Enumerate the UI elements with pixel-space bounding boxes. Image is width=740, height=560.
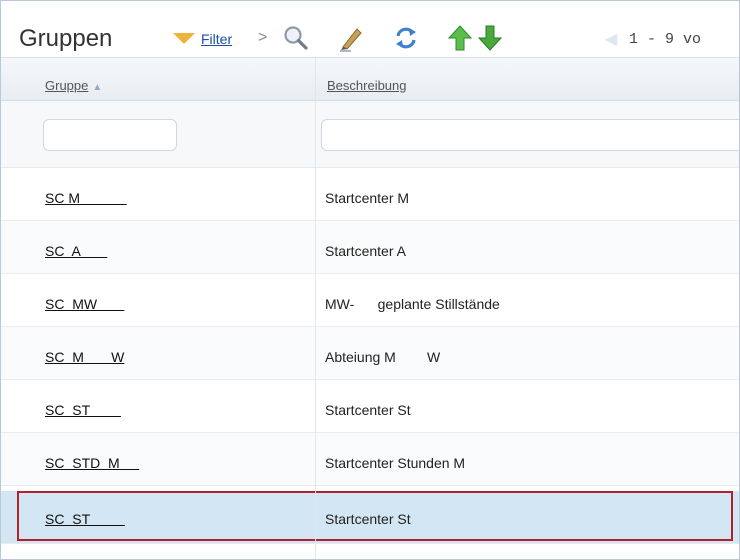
column-header-group-label[interactable]: Gruppe xyxy=(45,78,88,93)
refresh-icon[interactable] xyxy=(391,23,421,53)
group-filter-input[interactable] xyxy=(43,119,177,151)
table-header: Gruppe ▲ Beschreibung xyxy=(1,58,739,101)
table-row[interactable]: SC STD M Startcenter Stunden M xyxy=(1,433,739,486)
arrow-up-icon[interactable] xyxy=(445,23,475,53)
filter-row xyxy=(1,101,739,168)
description-cell: Startcenter Stunden M xyxy=(325,455,466,471)
group-link[interactable]: SC ST xyxy=(45,402,121,418)
table-row[interactable]: SC A Startcenter A xyxy=(1,221,739,274)
table-row[interactable]: SC ST Startcenter St xyxy=(1,380,739,433)
group-link[interactable]: SC MW xyxy=(45,296,124,312)
pagination-info: 1 - 9 vo xyxy=(629,31,702,48)
sort-icon[interactable]: ▲ xyxy=(92,82,102,93)
groups-panel: Gruppen Filter > ◀ 1 - 9 vo Gruppe ▲ Bes… xyxy=(0,0,740,560)
description-cell: Abteiung M W xyxy=(325,349,441,365)
table-row[interactable]: SC M W Abteiung M W xyxy=(1,327,739,380)
table-row-selected[interactable]: SC ST Startcenter St xyxy=(1,491,739,544)
description-filter-input[interactable] xyxy=(321,119,739,151)
description-cell: Startcenter A xyxy=(325,243,406,259)
previous-page-icon: ◀ xyxy=(605,31,618,48)
search-icon[interactable] xyxy=(281,23,311,53)
group-link[interactable]: SC ST xyxy=(45,511,125,527)
page-title: Gruppen xyxy=(19,25,113,52)
column-header-group[interactable]: Gruppe ▲ xyxy=(45,78,102,93)
description-cell: Startcenter St xyxy=(325,511,411,527)
description-cell: Startcenter M xyxy=(325,190,410,206)
column-divider xyxy=(315,58,316,559)
table-row[interactable]: SC MW MW- geplante Stillstände xyxy=(1,274,739,327)
table-row[interactable]: SC M Startcenter M xyxy=(1,168,739,221)
filter-link[interactable]: Filter xyxy=(201,31,232,47)
group-link[interactable]: SC STD M xyxy=(45,455,139,471)
chevron-right-icon: > xyxy=(258,29,268,46)
description-cell: MW- geplante Stillstände xyxy=(325,296,500,312)
group-link[interactable]: SC A xyxy=(45,243,107,259)
group-link[interactable]: SC M W xyxy=(45,349,124,365)
description-cell: Startcenter St xyxy=(325,402,411,418)
arrow-down-icon[interactable] xyxy=(475,23,505,53)
pen-icon[interactable] xyxy=(335,23,365,53)
group-link[interactable]: SC M xyxy=(45,190,127,206)
toolbar: Gruppen Filter > ◀ 1 - 9 vo xyxy=(1,1,739,58)
column-header-description[interactable]: Beschreibung xyxy=(327,78,407,93)
filter-icon[interactable] xyxy=(173,33,195,44)
